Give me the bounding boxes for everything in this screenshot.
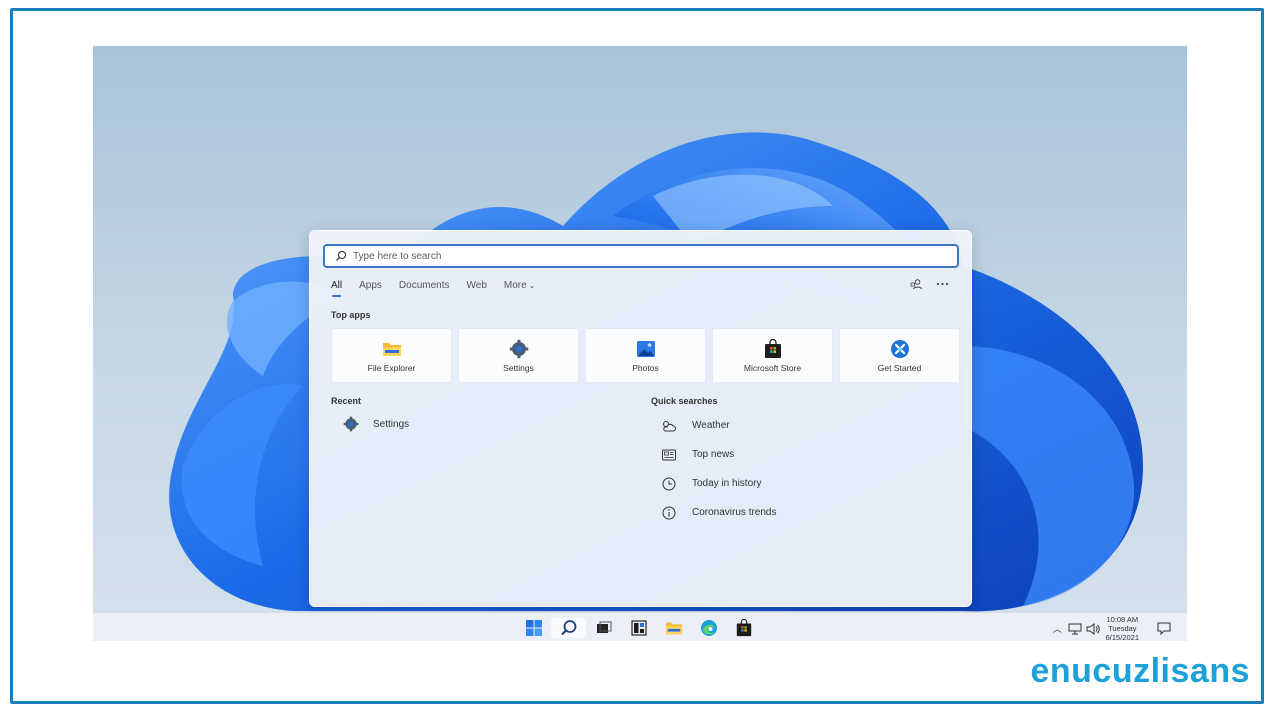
store-icon (736, 619, 751, 637)
info-icon (662, 506, 676, 519)
search-panel: All Apps Documents Web More⌄ Top apps (309, 230, 972, 607)
taskbar-clock[interactable]: 10:08 AM Tuesday 6/15/2021 (1106, 615, 1139, 641)
desktop: All Apps Documents Web More⌄ Top apps (93, 46, 1187, 641)
search-input[interactable] (353, 250, 913, 262)
folder-icon (382, 342, 401, 356)
app-label: Settings (503, 362, 534, 373)
app-label: Get Started (877, 362, 922, 373)
account-switch-icon[interactable] (909, 277, 923, 291)
app-tile-microsoft-store[interactable]: Microsoft Store (712, 328, 833, 383)
store-taskbar-button[interactable] (726, 618, 761, 638)
network-icon[interactable] (1068, 623, 1082, 635)
notifications-icon[interactable] (1157, 622, 1171, 635)
recent-item-settings[interactable]: Settings (343, 416, 409, 432)
app-label: Microsoft Store (743, 362, 802, 373)
edge-icon (700, 620, 717, 636)
clock-icon (662, 477, 676, 490)
clock-time: 10:08 AM (1106, 615, 1139, 624)
chevron-down-icon: ⌄ (528, 281, 536, 290)
edge-taskbar-button[interactable] (691, 618, 726, 638)
quick-search-label: Coronavirus trends (692, 507, 777, 518)
quick-search-today-in-history[interactable]: Today in history (661, 474, 776, 503)
app-tile-photos[interactable]: Photos (585, 328, 706, 383)
taskbar-search-button[interactable] (551, 618, 586, 638)
tab-apps[interactable]: Apps (359, 280, 382, 291)
taskbar: ︿ 10:08 AM Tuesday 6/15/2021 (93, 612, 1187, 641)
clock-date: 6/15/2021 (1105, 633, 1139, 641)
quick-search-label: Weather (692, 420, 730, 431)
chevron-up-icon[interactable]: ︿ (1053, 622, 1062, 635)
app-tile-file-explorer[interactable]: File Explorer (331, 328, 452, 383)
gear-icon (343, 416, 359, 432)
quick-searches-list: Weather Top news Today in history Corona… (661, 416, 776, 532)
search-icon (560, 620, 576, 636)
weather-icon (663, 420, 676, 431)
top-apps-list: File Explorer Settings Photos Microsoft … (331, 328, 960, 383)
clock-day: Tuesday (1108, 624, 1137, 633)
gear-icon (509, 339, 528, 358)
more-options-icon[interactable] (935, 277, 949, 291)
app-tile-get-started[interactable]: Get Started (839, 328, 960, 383)
top-apps-title: Top apps (331, 310, 371, 320)
start-button[interactable] (516, 618, 551, 638)
brand-logo-text: enucuzlisans (1030, 652, 1250, 690)
quick-search-weather[interactable]: Weather (661, 416, 776, 445)
news-icon (662, 449, 676, 460)
task-view-icon (596, 621, 611, 633)
quick-search-top-news[interactable]: Top news (661, 445, 776, 474)
app-label: Photos (632, 362, 659, 373)
search-tabs: All Apps Documents Web More ⌄ (331, 280, 552, 297)
taskbar-pinned-apps (516, 618, 761, 638)
widgets-button[interactable] (621, 618, 656, 638)
store-icon (764, 338, 781, 358)
widgets-icon (630, 620, 647, 636)
tab-more-label: More (503, 280, 527, 291)
volume-icon[interactable] (1086, 622, 1100, 635)
get-started-icon (890, 339, 909, 358)
quick-search-label: Today in history (692, 478, 762, 489)
photos-icon (636, 340, 655, 357)
quick-search-coronavirus-trends[interactable]: Coronavirus trends (661, 503, 776, 532)
system-tray: ︿ 10:08 AM Tuesday 6/15/2021 (1053, 615, 1171, 641)
recent-title: Recent (331, 396, 362, 406)
tab-all[interactable]: All (331, 280, 342, 297)
app-label: File Explorer (367, 362, 416, 373)
tab-documents[interactable]: Documents (399, 280, 450, 291)
quick-search-label: Top news (692, 449, 735, 460)
windows-logo-icon (525, 620, 542, 636)
tab-tools (909, 277, 949, 291)
folder-icon (665, 622, 682, 635)
quick-searches-title: Quick searches (651, 396, 718, 406)
recent-item-label: Settings (373, 418, 410, 430)
task-view-button[interactable] (586, 618, 621, 638)
tab-more[interactable]: More ⌄ (504, 280, 536, 291)
search-box[interactable] (323, 244, 959, 268)
file-explorer-taskbar-button[interactable] (656, 618, 691, 638)
tab-web[interactable]: Web (467, 280, 487, 291)
search-icon (336, 250, 347, 261)
app-tile-settings[interactable]: Settings (458, 328, 579, 383)
